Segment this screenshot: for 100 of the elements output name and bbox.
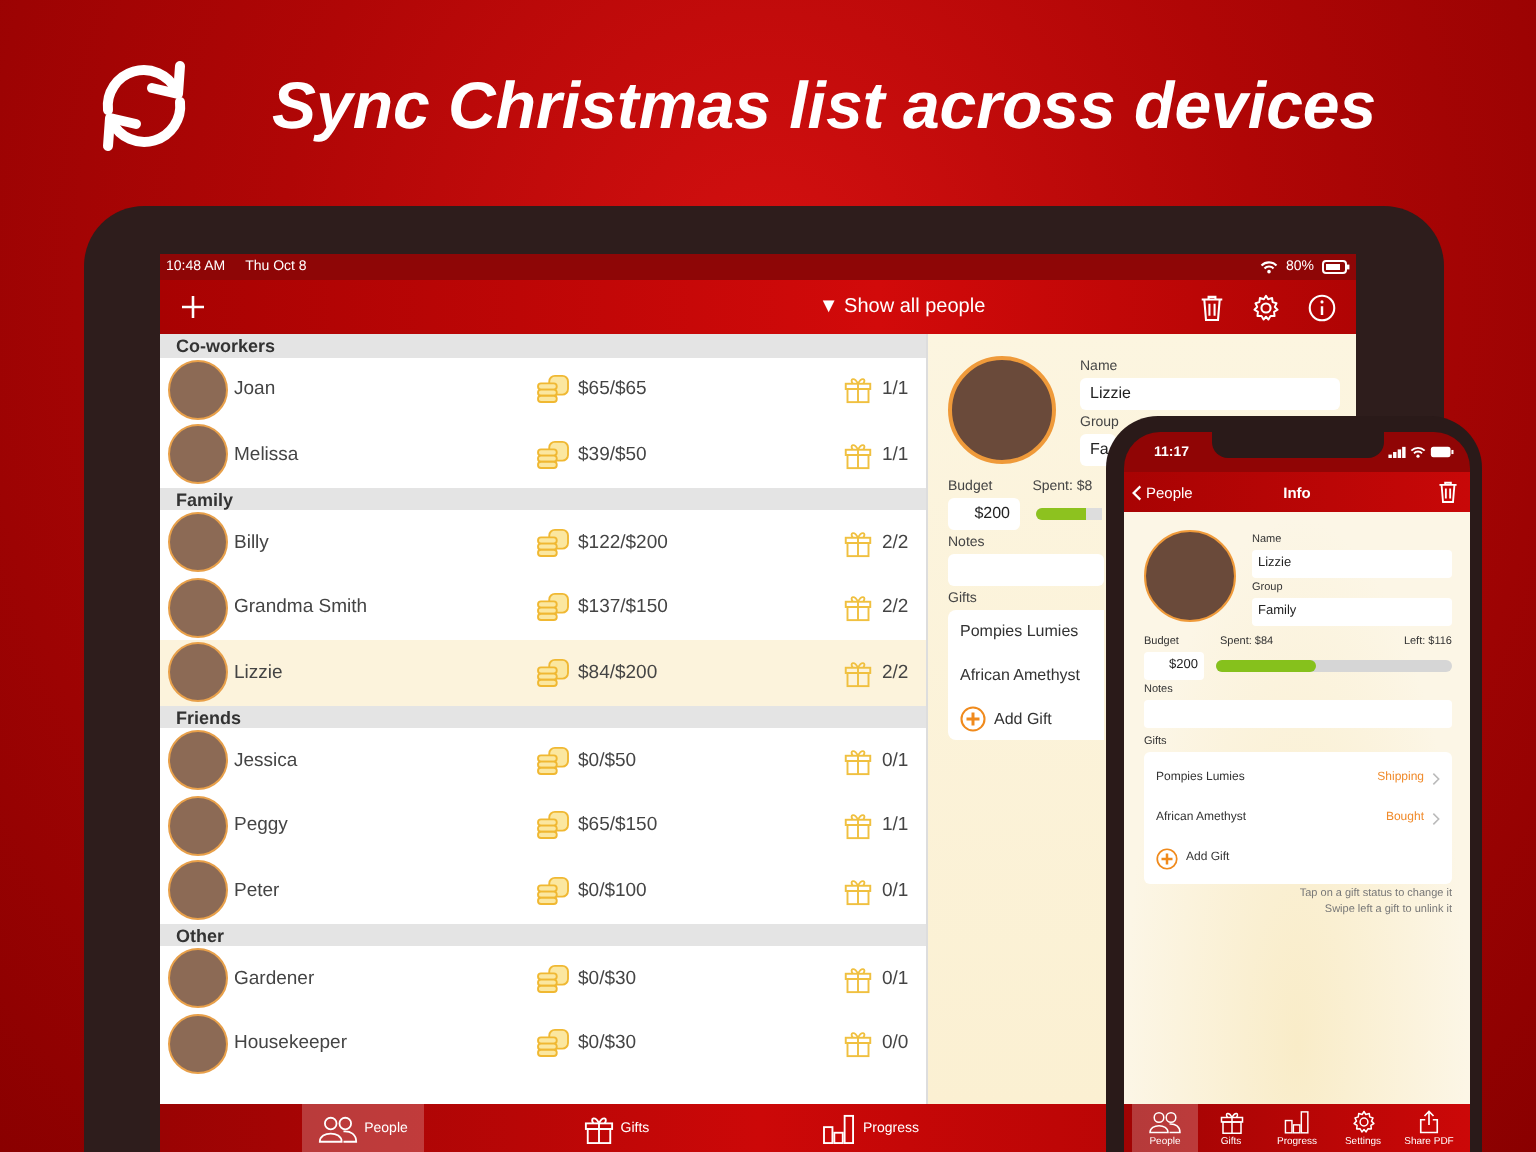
gift-icon [1219, 1109, 1243, 1133]
person-name: Gardener [234, 967, 317, 990]
avatar [168, 642, 228, 703]
person-name: Peggy [234, 814, 290, 837]
trash-icon[interactable] [1200, 293, 1224, 321]
gift-count: 2/2 [882, 661, 911, 684]
person-name: Grandma Smith [234, 596, 370, 619]
person-row[interactable]: Peter $0/$100 0/1 [160, 858, 926, 923]
avatar [168, 860, 228, 921]
budget-amount: $122/$200 [578, 531, 670, 554]
person-name: Melissa [234, 443, 301, 466]
coins-icon [536, 963, 570, 994]
wifi-icon [1259, 260, 1278, 274]
person-row[interactable]: Grandma Smith $137/$150 2/2 [160, 575, 926, 640]
budget-amount: $0/$100 [578, 879, 649, 902]
avatar [948, 356, 1056, 464]
settings-icon[interactable] [1252, 293, 1280, 321]
person-row[interactable]: Lizzie $84/$200 2/2 [160, 640, 926, 705]
coins-icon [536, 745, 570, 776]
avatar [1144, 530, 1236, 622]
gift-count: 0/1 [882, 967, 911, 990]
person-name: Joan [234, 378, 278, 401]
person-name: Lizzie [234, 661, 285, 684]
battery-icon [1430, 446, 1454, 458]
gift-icon [844, 875, 872, 906]
person-name: Billy [234, 531, 271, 554]
avatar [168, 948, 228, 1009]
gift-icon [844, 745, 872, 776]
settings-icon [1351, 1109, 1375, 1133]
coins-icon [536, 1028, 570, 1059]
headline-title: Sync Christmas list across devices [272, 68, 1377, 144]
person-row[interactable]: Housekeeper $0/$30 0/0 [160, 1011, 926, 1076]
person-name: Jessica [234, 749, 300, 772]
trash-icon[interactable] [1438, 480, 1458, 504]
person-row[interactable]: Billy $122/$200 2/2 [160, 510, 926, 575]
gift-icon [844, 592, 872, 623]
gift-icon [844, 527, 872, 558]
gift-count: 1/1 [882, 443, 911, 466]
coins-icon [536, 875, 570, 906]
gift-item[interactable]: Pompies Lumies [960, 618, 1092, 640]
people-icon [318, 1113, 359, 1143]
signal-icon [1388, 446, 1406, 458]
gift-icon [844, 657, 872, 688]
avatar [168, 577, 228, 638]
coins-icon [536, 592, 570, 623]
budget-amount: $0/$50 [578, 749, 639, 772]
name-field[interactable]: Lizzie [1080, 378, 1340, 410]
section-header: Friends [160, 705, 926, 728]
people-icon [1148, 1109, 1182, 1133]
person-row[interactable]: Joan $65/$65 1/1 [160, 357, 926, 422]
budget-amount: $137/$150 [578, 596, 670, 619]
gift-icon [584, 1113, 615, 1143]
coins-icon [536, 374, 570, 405]
budget-amount: $39/$50 [578, 443, 649, 466]
avatar [168, 730, 228, 791]
gift-icon [844, 963, 872, 994]
share-icon [1418, 1109, 1440, 1133]
person-row[interactable]: Jessica $0/$50 0/1 [160, 728, 926, 793]
gift-count: 0/1 [882, 749, 911, 772]
person-name: Peter [234, 879, 282, 902]
wifi-icon [1410, 446, 1426, 458]
budget-amount: $0/$30 [578, 967, 639, 990]
person-row[interactable]: Gardener $0/$30 0/1 [160, 946, 926, 1011]
budget-amount: $65/$65 [578, 378, 649, 401]
avatar [168, 424, 228, 485]
coins-icon [536, 810, 570, 841]
person-row[interactable]: Melissa $39/$50 1/1 [160, 422, 926, 487]
notes-field[interactable] [1144, 700, 1452, 728]
budget-amount: $0/$30 [578, 1032, 639, 1055]
gift-count: 0/1 [882, 879, 911, 902]
gift-item[interactable]: African Amethyst [960, 662, 1092, 684]
coins-icon [536, 527, 570, 558]
budget-amount: $65/$150 [578, 814, 660, 837]
gift-count: 1/1 [882, 378, 911, 401]
avatar [168, 359, 228, 420]
notes-field[interactable] [948, 554, 1104, 586]
gift-count: 2/2 [882, 531, 911, 554]
gift-icon [844, 1028, 872, 1059]
avatar [168, 512, 228, 573]
bar-chart-icon [822, 1113, 857, 1143]
gift-count: 2/2 [882, 596, 911, 619]
add-gift-link[interactable]: Add Gift [994, 710, 1052, 728]
person-row[interactable]: Peggy $65/$150 1/1 [160, 793, 926, 858]
info-icon[interactable] [1308, 293, 1336, 321]
avatar [168, 795, 228, 856]
coins-icon [536, 657, 570, 688]
coins-icon [536, 439, 570, 470]
bar-chart-icon [1284, 1109, 1310, 1133]
gift-count: 1/1 [882, 814, 911, 837]
section-header: Family [160, 487, 926, 510]
section-header: Other [160, 923, 926, 946]
gift-icon [844, 810, 872, 841]
gift-icon [844, 439, 872, 470]
person-name: Housekeeper [234, 1032, 350, 1055]
gift-icon [844, 374, 872, 405]
budget-amount: $84/$200 [578, 661, 660, 684]
battery-icon [1322, 260, 1350, 274]
chevron-left-icon[interactable] [1132, 483, 1142, 501]
avatar [168, 1013, 228, 1074]
budget-field[interactable]: $200 [948, 498, 1020, 530]
